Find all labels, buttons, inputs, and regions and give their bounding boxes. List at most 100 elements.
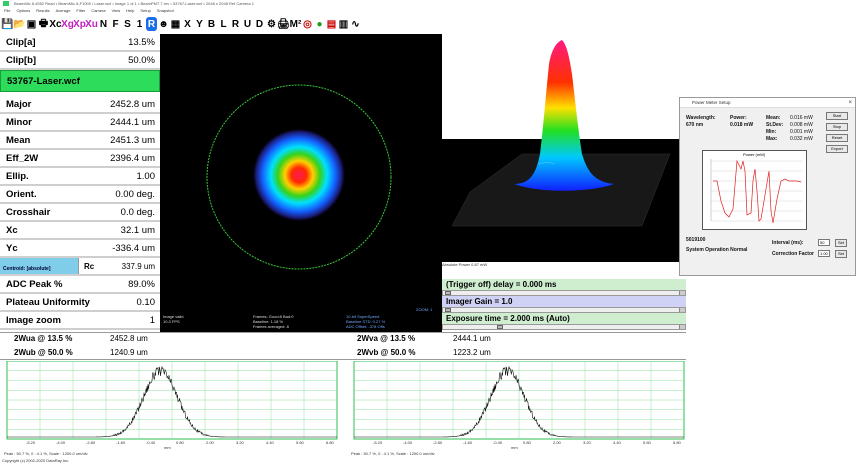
bars-icon[interactable]: ▥: [338, 17, 349, 31]
x-label-button[interactable]: X: [182, 17, 193, 31]
major-row[interactable]: Major 2452.8 um: [0, 96, 160, 114]
power-meter-window: Power Meter Setup × Wavelength: 670 nm P…: [679, 97, 856, 276]
adc-peak-row[interactable]: ADC Peak % 89.0%: [0, 276, 160, 294]
gear-icon[interactable]: ⚙: [266, 17, 277, 31]
tick-label: 5.60: [643, 440, 651, 445]
l-label-button[interactable]: L: [218, 17, 229, 31]
save-disk-icon[interactable]: ▣: [26, 17, 37, 31]
xu-label-button[interactable]: Xu: [85, 17, 98, 31]
person-icon[interactable]: ☻: [158, 17, 169, 31]
xc-label: Xc: [6, 224, 18, 236]
y-label-button[interactable]: Y: [194, 17, 205, 31]
xp-label-button[interactable]: Xp: [73, 17, 86, 31]
chart-icon[interactable]: ▤: [326, 17, 337, 31]
mean-label: Mean:: [766, 115, 781, 121]
yc-row[interactable]: Yc -336.4 um: [0, 240, 160, 258]
tick-label: -5.20: [373, 440, 383, 445]
s-label-button[interactable]: S: [122, 17, 133, 31]
x-profile-plot[interactable]: -5.20 -4.00 -2.80 -1.60 -0.40 0.80 2.00 3.20 4.4…: [4, 360, 340, 459]
one-label-button[interactable]: 1: [134, 17, 145, 31]
gain-control[interactable]: Imager Gain = 1.0: [442, 296, 686, 313]
m2-label-button[interactable]: M²: [290, 17, 302, 31]
xc-label-button[interactable]: Xc: [49, 17, 61, 31]
exposure-slider[interactable]: [442, 324, 686, 330]
xc-row[interactable]: Xc 32.1 um: [0, 222, 160, 240]
wva-value: 2444.1 um: [453, 334, 491, 343]
xg-label-button[interactable]: Xg: [61, 17, 74, 31]
exposure-control[interactable]: Exposure time = 2.000 ms (Auto): [442, 313, 686, 330]
correction-input[interactable]: [818, 250, 830, 257]
y-profile-plot[interactable]: -5.20 -4.00 -2.80 -1.60 -0.40 0.80 2.00 3.20 4.4…: [351, 360, 687, 459]
wua-row: 2Wua @ 13.5 % 2452.8 um: [0, 332, 148, 345]
r2-label-button[interactable]: R: [230, 17, 241, 31]
menu-item-options[interactable]: Options: [16, 8, 30, 13]
save-icon[interactable]: 💾: [1, 17, 13, 31]
image-zoom-row[interactable]: Image zoom 1: [0, 312, 160, 330]
beam-2d-view[interactable]: Image valid 10.3 FPS Frames: Good:8 Bad:…: [160, 34, 442, 332]
clip-a-row[interactable]: Clip[a] 13.5%: [0, 34, 160, 52]
exposure-label: Exposure time = 2.000 ms (Auto): [442, 313, 686, 324]
centroid-mode-button[interactable]: Centroid: [absolute]: [0, 258, 79, 274]
beam-3d-view[interactable]: [442, 34, 679, 272]
power-value: 0.018 mW: [730, 122, 754, 128]
stop-button[interactable]: Stop: [826, 123, 848, 131]
stdev-value: 0.008 mW: [790, 122, 813, 128]
menu-item-camera[interactable]: Camera: [91, 8, 105, 13]
wub-row: 2Wub @ 50.0 % 1240.9 um: [0, 346, 148, 359]
major-value: 2452.8 um: [110, 98, 155, 110]
trigger-control[interactable]: (Trigger off) delay = 0.000 ms: [442, 279, 686, 296]
menu-item-filter[interactable]: Filter: [76, 8, 85, 13]
correction-set-button[interactable]: Set: [835, 250, 847, 258]
reset-button[interactable]: Reset: [826, 134, 848, 142]
menu-item-help[interactable]: Help: [126, 8, 134, 13]
image-status: Image valid 10.3 FPS: [163, 314, 184, 324]
waveform-icon[interactable]: ∿: [350, 17, 361, 31]
clip-b-row[interactable]: Clip[b] 50.0%: [0, 52, 160, 70]
menu-item-setup[interactable]: Setup: [140, 8, 150, 13]
power-icon[interactable]: ●: [314, 17, 325, 31]
beam-3d-plot: [442, 40, 679, 262]
crosshair-label: Crosshair: [6, 206, 51, 218]
minor-label: Minor: [6, 116, 32, 128]
target-icon[interactable]: ◎: [302, 17, 313, 31]
menu-item-results[interactable]: Results: [36, 8, 49, 13]
u-label-button[interactable]: U: [242, 17, 253, 31]
menu-item-file[interactable]: File: [4, 8, 10, 13]
orient-value: 0.00 deg.: [115, 188, 155, 200]
wub-label: 2Wub @ 50.0 %: [14, 348, 73, 357]
yc-value: -336.4 um: [112, 242, 155, 254]
interval-set-button[interactable]: Set: [835, 239, 847, 247]
d-label-button[interactable]: D: [254, 17, 265, 31]
y-profile-unit: mm: [511, 445, 518, 450]
print-icon[interactable]: 🖶: [38, 17, 49, 31]
orient-row[interactable]: Orient. 0.00 deg.: [0, 186, 160, 204]
power-label: Power:: [730, 115, 747, 121]
printer-icon[interactable]: 🖨: [277, 17, 290, 31]
minor-row[interactable]: Minor 2444.1 um: [0, 114, 160, 132]
menu-item-snapshot[interactable]: Snapshot: [157, 8, 174, 13]
system-status: System Operation Normal: [686, 247, 748, 253]
b-label-button[interactable]: B: [206, 17, 217, 31]
crosshair-row[interactable]: Crosshair 0.0 deg.: [0, 204, 160, 222]
menu-item-average[interactable]: Average: [56, 8, 71, 13]
menu-item-view[interactable]: View: [112, 8, 121, 13]
file-name-row[interactable]: 53767-Laser.wcf: [0, 70, 160, 92]
start-button[interactable]: Start: [826, 112, 848, 120]
eff-2w-row[interactable]: Eff_2W 2396.4 um: [0, 150, 160, 168]
n-label-button[interactable]: N: [98, 17, 109, 31]
plateau-uniformity-row[interactable]: Plateau Uniformity 0.10: [0, 294, 160, 312]
close-icon[interactable]: ×: [848, 98, 852, 108]
f-label-button[interactable]: F: [110, 17, 121, 31]
mean-row[interactable]: Mean 2451.3 um: [0, 132, 160, 150]
x-profile-caption: Peak : 50.7 %, 0 : 4.1 %, Scale : 1200.0…: [4, 451, 88, 456]
open-folder-icon[interactable]: 📂: [13, 17, 25, 31]
wua-value: 2452.8 um: [110, 334, 148, 343]
tick-label: -5.20: [26, 440, 36, 445]
grid-icon[interactable]: ▦: [170, 17, 181, 31]
export-button[interactable]: Export: [826, 145, 848, 153]
plateau-uniformity-value: 0.10: [136, 296, 156, 308]
wub-value: 1240.9 um: [110, 348, 148, 357]
r-label-button[interactable]: R: [146, 17, 157, 31]
interval-input[interactable]: [818, 239, 830, 246]
ellip-row[interactable]: Ellip. 1.00: [0, 168, 160, 186]
